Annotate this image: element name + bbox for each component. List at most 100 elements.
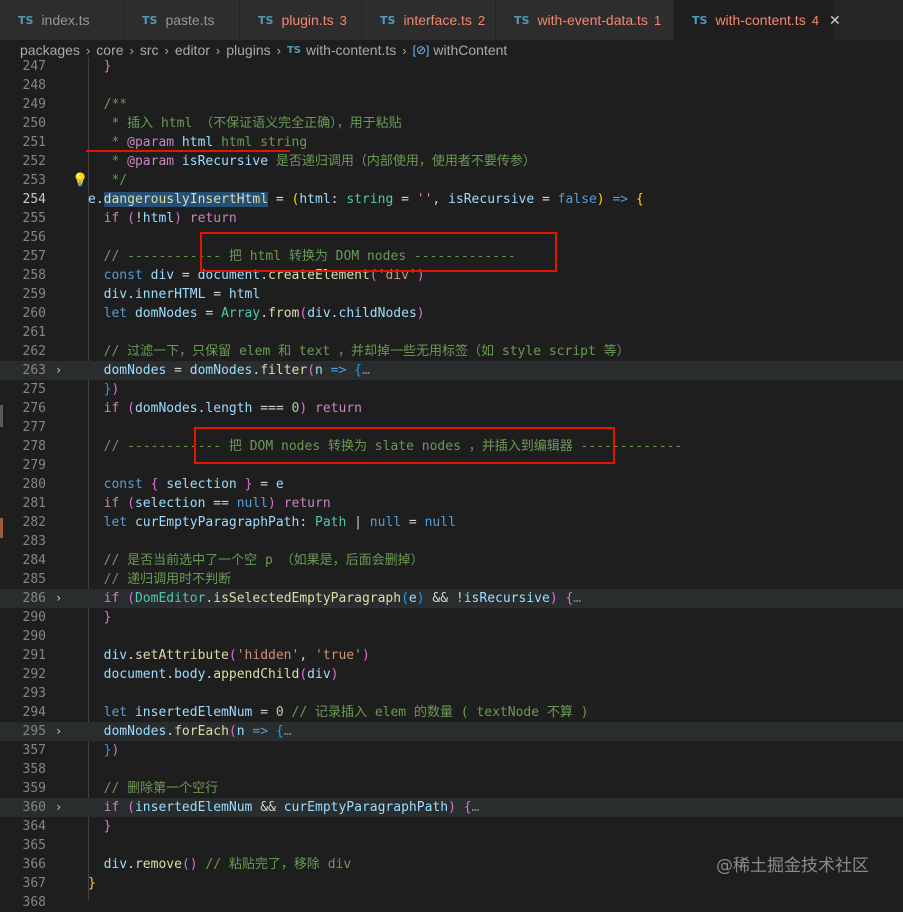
fold-chevron-icon[interactable]: ›	[55, 798, 62, 817]
code-line[interactable]: 368	[0, 893, 903, 912]
code-line[interactable]: 360 › if (insertedElemNum && curEmptyPara…	[0, 798, 903, 817]
breadcrumb-item[interactable]: plugins	[226, 42, 270, 58]
code-line[interactable]: 259 div.innerHTML = html	[0, 285, 903, 304]
code-line[interactable]: 364 }	[0, 817, 903, 836]
annotation-box-html-to-dom	[200, 232, 557, 272]
code-line[interactable]: 357 })	[0, 741, 903, 760]
line-number: 358	[22, 762, 46, 777]
code-line[interactable]: 247 }	[0, 57, 903, 76]
line-number: 277	[22, 420, 46, 435]
code-text: div.setAttribute('hidden', 'true')	[103, 648, 370, 663]
chevron-right-icon: ›	[129, 42, 134, 58]
line-number: 282	[22, 515, 46, 530]
line-number: 286	[22, 591, 46, 606]
lightbulb-icon[interactable]: 💡	[72, 171, 88, 190]
code-text: })	[103, 382, 120, 397]
code-line[interactable]: 281 if (selection == null) return	[0, 494, 903, 513]
code-line[interactable]: 280 const { selection } = e	[0, 475, 903, 494]
code-line[interactable]: 255 if (!html) return	[0, 209, 903, 228]
breadcrumb-item[interactable]: src	[140, 42, 159, 58]
chevron-right-icon: ›	[164, 42, 169, 58]
code-line[interactable]: 263 › domNodes = domNodes.filter(n => {…	[0, 361, 903, 380]
line-number: 279	[22, 458, 46, 473]
line-number: 290	[22, 610, 46, 625]
code-line[interactable]: 295 › domNodes.forEach(n => {…	[0, 722, 903, 741]
code-line[interactable]: 359 // 删除第一个空行	[0, 779, 903, 798]
code-line[interactable]: 284 // 是否当前选中了一个空 p （如果是，后面会删掉）	[0, 551, 903, 570]
code-line[interactable]: 261	[0, 323, 903, 342]
code-line[interactable]: 293	[0, 684, 903, 703]
code-text: // 是否当前选中了一个空 p （如果是，后面会删掉）	[103, 553, 424, 568]
overview-mark	[0, 405, 3, 427]
code-line[interactable]: 250 * 插入 html （不保证语义完全正确），用于粘贴	[0, 114, 903, 133]
code-line[interactable]: 286 › if (DomEditor.isSelectedEmptyParagr…	[0, 589, 903, 608]
code-text: // 删除第一个空行	[103, 781, 219, 796]
line-number: 251	[22, 135, 46, 150]
code-line[interactable]: 262 // 过滤一下，只保留 elem 和 text ，并却掉一些无用标签（如…	[0, 342, 903, 361]
code-line[interactable]: 285 // 递归调用时不判断	[0, 570, 903, 589]
code-line[interactable]: 260 let domNodes = Array.from(div.childN…	[0, 304, 903, 323]
code-text: if (insertedElemNum && curEmptyParagraph…	[103, 800, 480, 815]
code-line[interactable]: 275 })	[0, 380, 903, 399]
code-line[interactable]: 291 div.setAttribute('hidden', 'true')	[0, 646, 903, 665]
code-text: }	[88, 876, 96, 891]
line-number: 290	[22, 629, 46, 644]
breadcrumb-symbol[interactable]: withContent	[433, 42, 507, 58]
code-line[interactable]: 358	[0, 760, 903, 779]
watermark: @稀土掘金技术社区	[716, 856, 869, 876]
line-number: 257	[22, 249, 46, 264]
code-line[interactable]: 367}	[0, 874, 903, 893]
code-line[interactable]: 252 * @param isRecursive 是否递归调用（内部使用，使用者…	[0, 152, 903, 171]
breadcrumb-item[interactable]: packages	[20, 42, 80, 58]
typescript-file-icon: TS	[514, 13, 530, 27]
line-number: 364	[22, 819, 46, 834]
code-line[interactable]: 283	[0, 532, 903, 551]
code-text: }	[103, 59, 112, 74]
typescript-file-icon: TS	[380, 13, 396, 27]
tab-with-content-ts[interactable]: TS with-content.ts 4 ✕	[674, 0, 841, 40]
code-line[interactable]: 292 document.body.appendChild(div)	[0, 665, 903, 684]
line-number: 359	[22, 781, 46, 796]
breadcrumb-item[interactable]: editor	[175, 42, 210, 58]
fold-chevron-icon[interactable]: ›	[55, 722, 62, 741]
code-text: }	[103, 610, 112, 625]
line-number: 248	[22, 78, 46, 93]
tab-paste-ts[interactable]: TS paste.ts	[124, 0, 240, 40]
problem-count-badge: 3	[339, 12, 347, 28]
tab-bar: TS index.ts TS paste.ts TS plugin.ts 3 TS interf…	[0, 0, 903, 40]
code-line[interactable]: 253 💡 */	[0, 171, 903, 190]
line-number: 365	[22, 838, 46, 853]
code-text: e.dangerouslyInsertHtml = (html: string …	[88, 192, 644, 207]
code-line[interactable]: 282 let curEmptyParagraphPath: Path | nu…	[0, 513, 903, 532]
code-line[interactable]: 249 /**	[0, 95, 903, 114]
code-editor[interactable]: 247 } 248 249 /** 250 * 插入 html （不保证语义完全正确）…	[0, 57, 903, 912]
fold-chevron-icon[interactable]: ›	[55, 361, 62, 380]
code-line[interactable]: 294 let insertedElemNum = 0 // 记录插入 elem…	[0, 703, 903, 722]
breadcrumb-file[interactable]: with-content.ts	[306, 42, 396, 58]
annotation-box-dom-to-slate	[194, 427, 615, 464]
line-number: 250	[22, 116, 46, 131]
code-line[interactable]: 290 }	[0, 608, 903, 627]
close-icon[interactable]: ✕	[829, 12, 841, 29]
typescript-file-icon: TS	[142, 13, 158, 27]
tab-index-ts[interactable]: TS index.ts	[0, 0, 124, 40]
chevron-right-icon: ›	[215, 42, 221, 58]
tab-interface-ts[interactable]: TS interface.ts 2	[362, 0, 496, 40]
fold-chevron-icon[interactable]: ›	[55, 589, 62, 608]
line-number: 263	[22, 363, 46, 378]
code-text: const { selection } = e	[103, 477, 284, 492]
line-number: 247	[22, 59, 46, 74]
problem-count-badge: 4	[811, 12, 819, 28]
tab-with-event-data-ts[interactable]: TS with-event-data.ts 1	[496, 0, 674, 40]
tab-plugin-ts[interactable]: TS plugin.ts 3	[240, 0, 362, 40]
breadcrumb-item[interactable]: core	[96, 42, 123, 58]
chevron-right-icon: ›	[402, 42, 407, 58]
code-line[interactable]: 248	[0, 76, 903, 95]
code-line[interactable]: 254 e.dangerouslyInsertHtml = (html: stri…	[0, 190, 903, 209]
code-line[interactable]: 276 if (domNodes.length === 0) return	[0, 399, 903, 418]
tab-label: interface.ts	[403, 12, 472, 28]
tab-label: with-event-data.ts	[537, 12, 648, 28]
code-text: domNodes = domNodes.filter(n => {…	[103, 363, 370, 378]
line-number: 368	[22, 895, 46, 910]
code-line[interactable]: 290	[0, 627, 903, 646]
